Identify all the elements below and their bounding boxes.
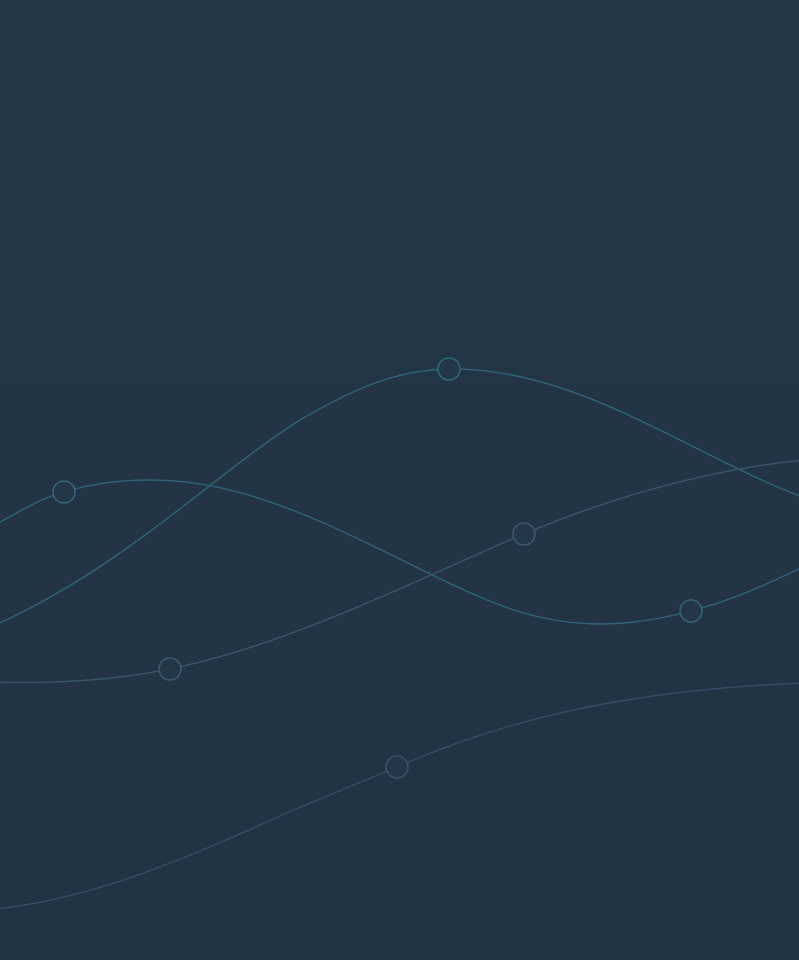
background-canvas xyxy=(0,0,799,960)
wave-line-rising xyxy=(0,459,799,684)
wave-line-low xyxy=(0,682,799,910)
wave-line-trough xyxy=(0,479,799,625)
wave-line-peak xyxy=(0,368,799,624)
decorative-wave-lines xyxy=(0,357,799,910)
wave-node xyxy=(385,755,409,779)
wave-node xyxy=(437,357,461,381)
wave-node xyxy=(158,657,182,681)
wave-node xyxy=(52,480,76,504)
wave-node xyxy=(679,599,703,623)
wave-node xyxy=(512,522,536,546)
